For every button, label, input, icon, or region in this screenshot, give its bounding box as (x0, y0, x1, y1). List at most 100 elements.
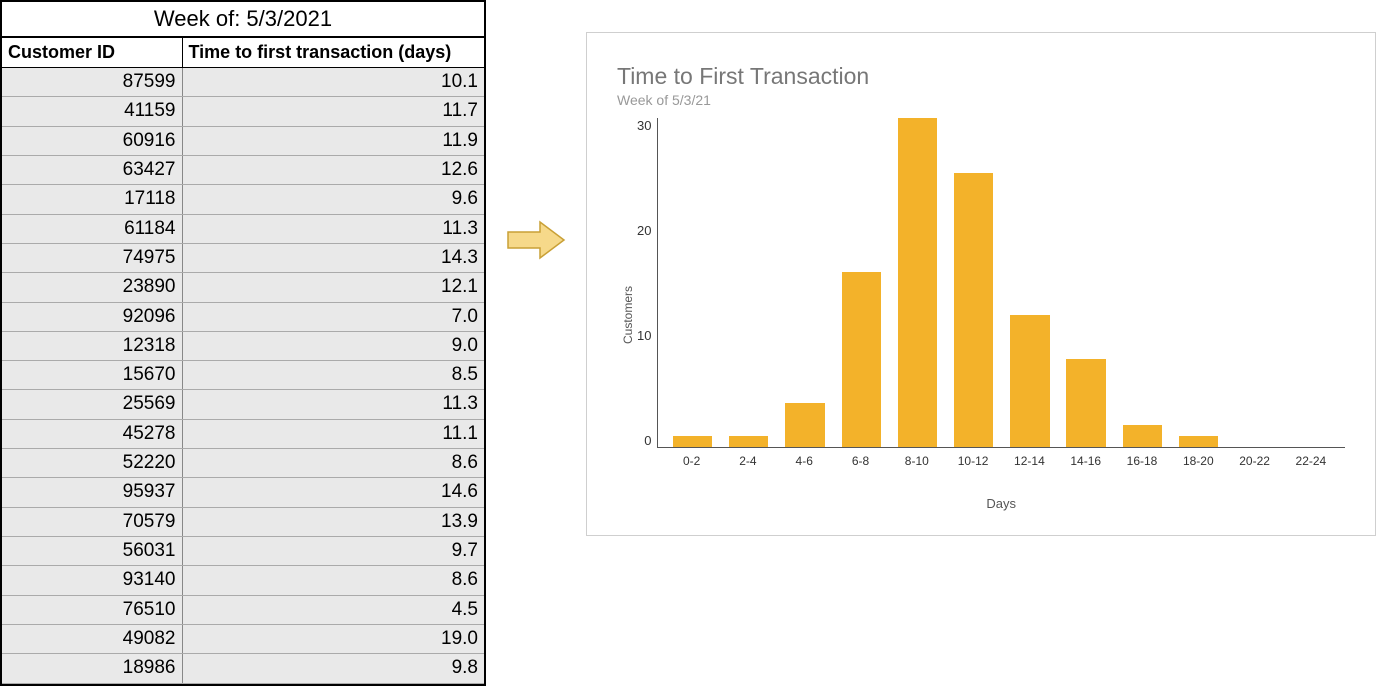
bar (1066, 359, 1105, 447)
cell-customer-id: 12318 (2, 331, 182, 360)
x-axis-label: Days (657, 496, 1345, 511)
cell-customer-id: 70579 (2, 507, 182, 536)
y-tick: 20 (637, 223, 651, 238)
x-tick: 4-6 (776, 454, 832, 468)
cell-customer-id: 76510 (2, 595, 182, 624)
bar (842, 272, 881, 447)
table-row: 7497514.3 (2, 243, 484, 272)
cell-customer-id: 17118 (2, 185, 182, 214)
cell-days: 11.1 (182, 419, 484, 448)
cell-days: 11.3 (182, 390, 484, 419)
cell-customer-id: 93140 (2, 566, 182, 595)
cell-days: 13.9 (182, 507, 484, 536)
x-tick: 6-8 (832, 454, 888, 468)
cell-customer-id: 25569 (2, 390, 182, 419)
cell-days: 9.8 (182, 654, 484, 683)
x-tick: 20-22 (1226, 454, 1282, 468)
cell-days: 14.3 (182, 243, 484, 272)
bar-slot (946, 118, 1002, 447)
cell-customer-id: 41159 (2, 97, 182, 126)
chart-title: Time to First Transaction (617, 63, 1345, 90)
bar-slot (664, 118, 720, 447)
col-header-id: Customer ID (2, 38, 182, 68)
cell-customer-id: 92096 (2, 302, 182, 331)
x-tick: 18-20 (1170, 454, 1226, 468)
cell-customer-id: 74975 (2, 243, 182, 272)
plot-area (657, 118, 1345, 448)
bar (1123, 425, 1162, 447)
cell-days: 12.1 (182, 273, 484, 302)
table-row: 931408.6 (2, 566, 484, 595)
table-row: 765104.5 (2, 595, 484, 624)
bar-slot (721, 118, 777, 447)
bar (785, 403, 824, 447)
bar-slot (1283, 118, 1339, 447)
cell-customer-id: 15670 (2, 361, 182, 390)
table-row: 6118411.3 (2, 214, 484, 243)
bar (729, 436, 768, 447)
arrow-icon (486, 0, 586, 480)
cell-days: 11.9 (182, 126, 484, 155)
cell-days: 14.6 (182, 478, 484, 507)
bar-slot (1114, 118, 1170, 447)
x-tick: 2-4 (720, 454, 776, 468)
bar (1010, 315, 1049, 447)
cell-customer-id: 61184 (2, 214, 182, 243)
cell-days: 8.6 (182, 449, 484, 478)
cell-days: 10.1 (182, 68, 484, 97)
bar-slot (833, 118, 889, 447)
x-tick: 12-14 (1001, 454, 1057, 468)
y-tick: 10 (637, 328, 651, 343)
cell-days: 8.5 (182, 361, 484, 390)
cell-days: 19.0 (182, 624, 484, 653)
cell-days: 9.7 (182, 537, 484, 566)
data-table: Week of: 5/3/2021 Customer ID Time to fi… (0, 0, 486, 686)
table-row: 6342712.6 (2, 155, 484, 184)
x-tick: 0-2 (663, 454, 719, 468)
y-tick: 0 (644, 433, 651, 448)
bar-slot (1227, 118, 1283, 447)
cell-days: 11.7 (182, 97, 484, 126)
table-row: 171189.6 (2, 185, 484, 214)
table-row: 7057913.9 (2, 507, 484, 536)
customer-table: Customer ID Time to first transaction (d… (2, 38, 484, 684)
table-row: 9593714.6 (2, 478, 484, 507)
table-row: 123189.0 (2, 331, 484, 360)
cell-customer-id: 49082 (2, 624, 182, 653)
table-row: 4908219.0 (2, 624, 484, 653)
table-row: 4115911.7 (2, 97, 484, 126)
cell-customer-id: 45278 (2, 419, 182, 448)
x-tick: 22-24 (1283, 454, 1339, 468)
y-tick: 30 (637, 118, 651, 133)
cell-customer-id: 63427 (2, 155, 182, 184)
table-row: 156708.5 (2, 361, 484, 390)
cell-days: 11.3 (182, 214, 484, 243)
x-tick: 10-12 (945, 454, 1001, 468)
cell-customer-id: 56031 (2, 537, 182, 566)
histogram-chart: Time to First Transaction Week of 5/3/21… (586, 32, 1376, 536)
bar-slot (889, 118, 945, 447)
table-row: 189869.8 (2, 654, 484, 683)
bar (1179, 436, 1218, 447)
table-row: 2556911.3 (2, 390, 484, 419)
table-row: 4527811.1 (2, 419, 484, 448)
table-row: 920967.0 (2, 302, 484, 331)
cell-customer-id: 87599 (2, 68, 182, 97)
bar-slot (1002, 118, 1058, 447)
bar (954, 173, 993, 447)
cell-customer-id: 52220 (2, 449, 182, 478)
cell-customer-id: 95937 (2, 478, 182, 507)
bar (673, 436, 712, 447)
cell-days: 9.6 (182, 185, 484, 214)
x-tick: 14-16 (1058, 454, 1114, 468)
table-row: 6091611.9 (2, 126, 484, 155)
cell-days: 9.0 (182, 331, 484, 360)
cell-customer-id: 18986 (2, 654, 182, 683)
cell-customer-id: 60916 (2, 126, 182, 155)
table-row: 2389012.1 (2, 273, 484, 302)
y-axis-label: Customers (617, 118, 635, 511)
x-tick: 16-18 (1114, 454, 1170, 468)
col-header-days: Time to first transaction (days) (182, 38, 484, 68)
cell-days: 4.5 (182, 595, 484, 624)
table-row: 560319.7 (2, 537, 484, 566)
